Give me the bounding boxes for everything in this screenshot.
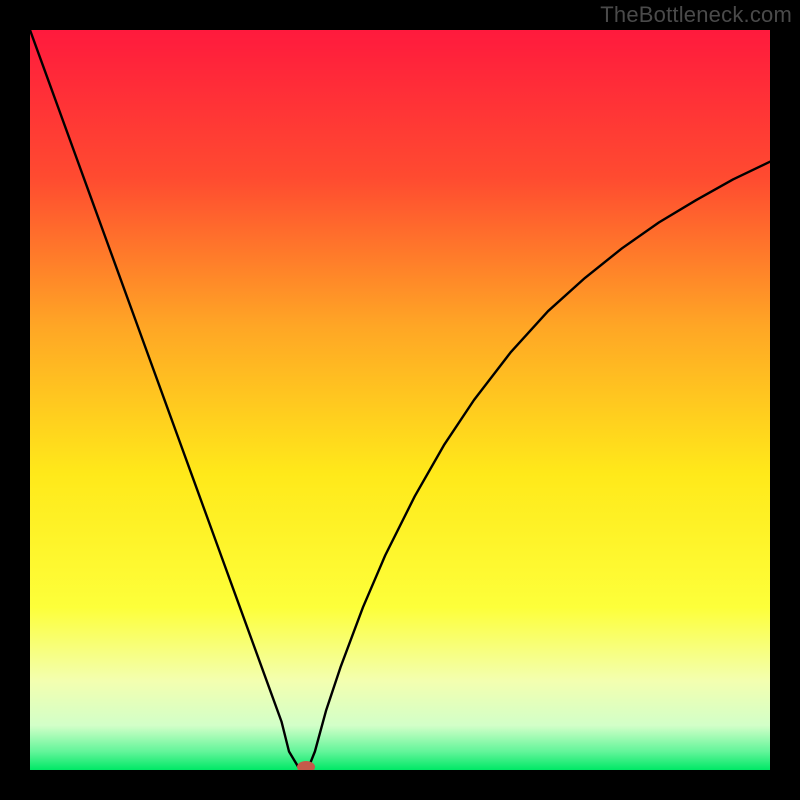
gradient-background bbox=[30, 30, 770, 770]
chart-stage: TheBottleneck.com bbox=[0, 0, 800, 800]
plot-area bbox=[30, 30, 770, 770]
watermark-text: TheBottleneck.com bbox=[600, 2, 792, 28]
chart-svg bbox=[30, 30, 770, 770]
